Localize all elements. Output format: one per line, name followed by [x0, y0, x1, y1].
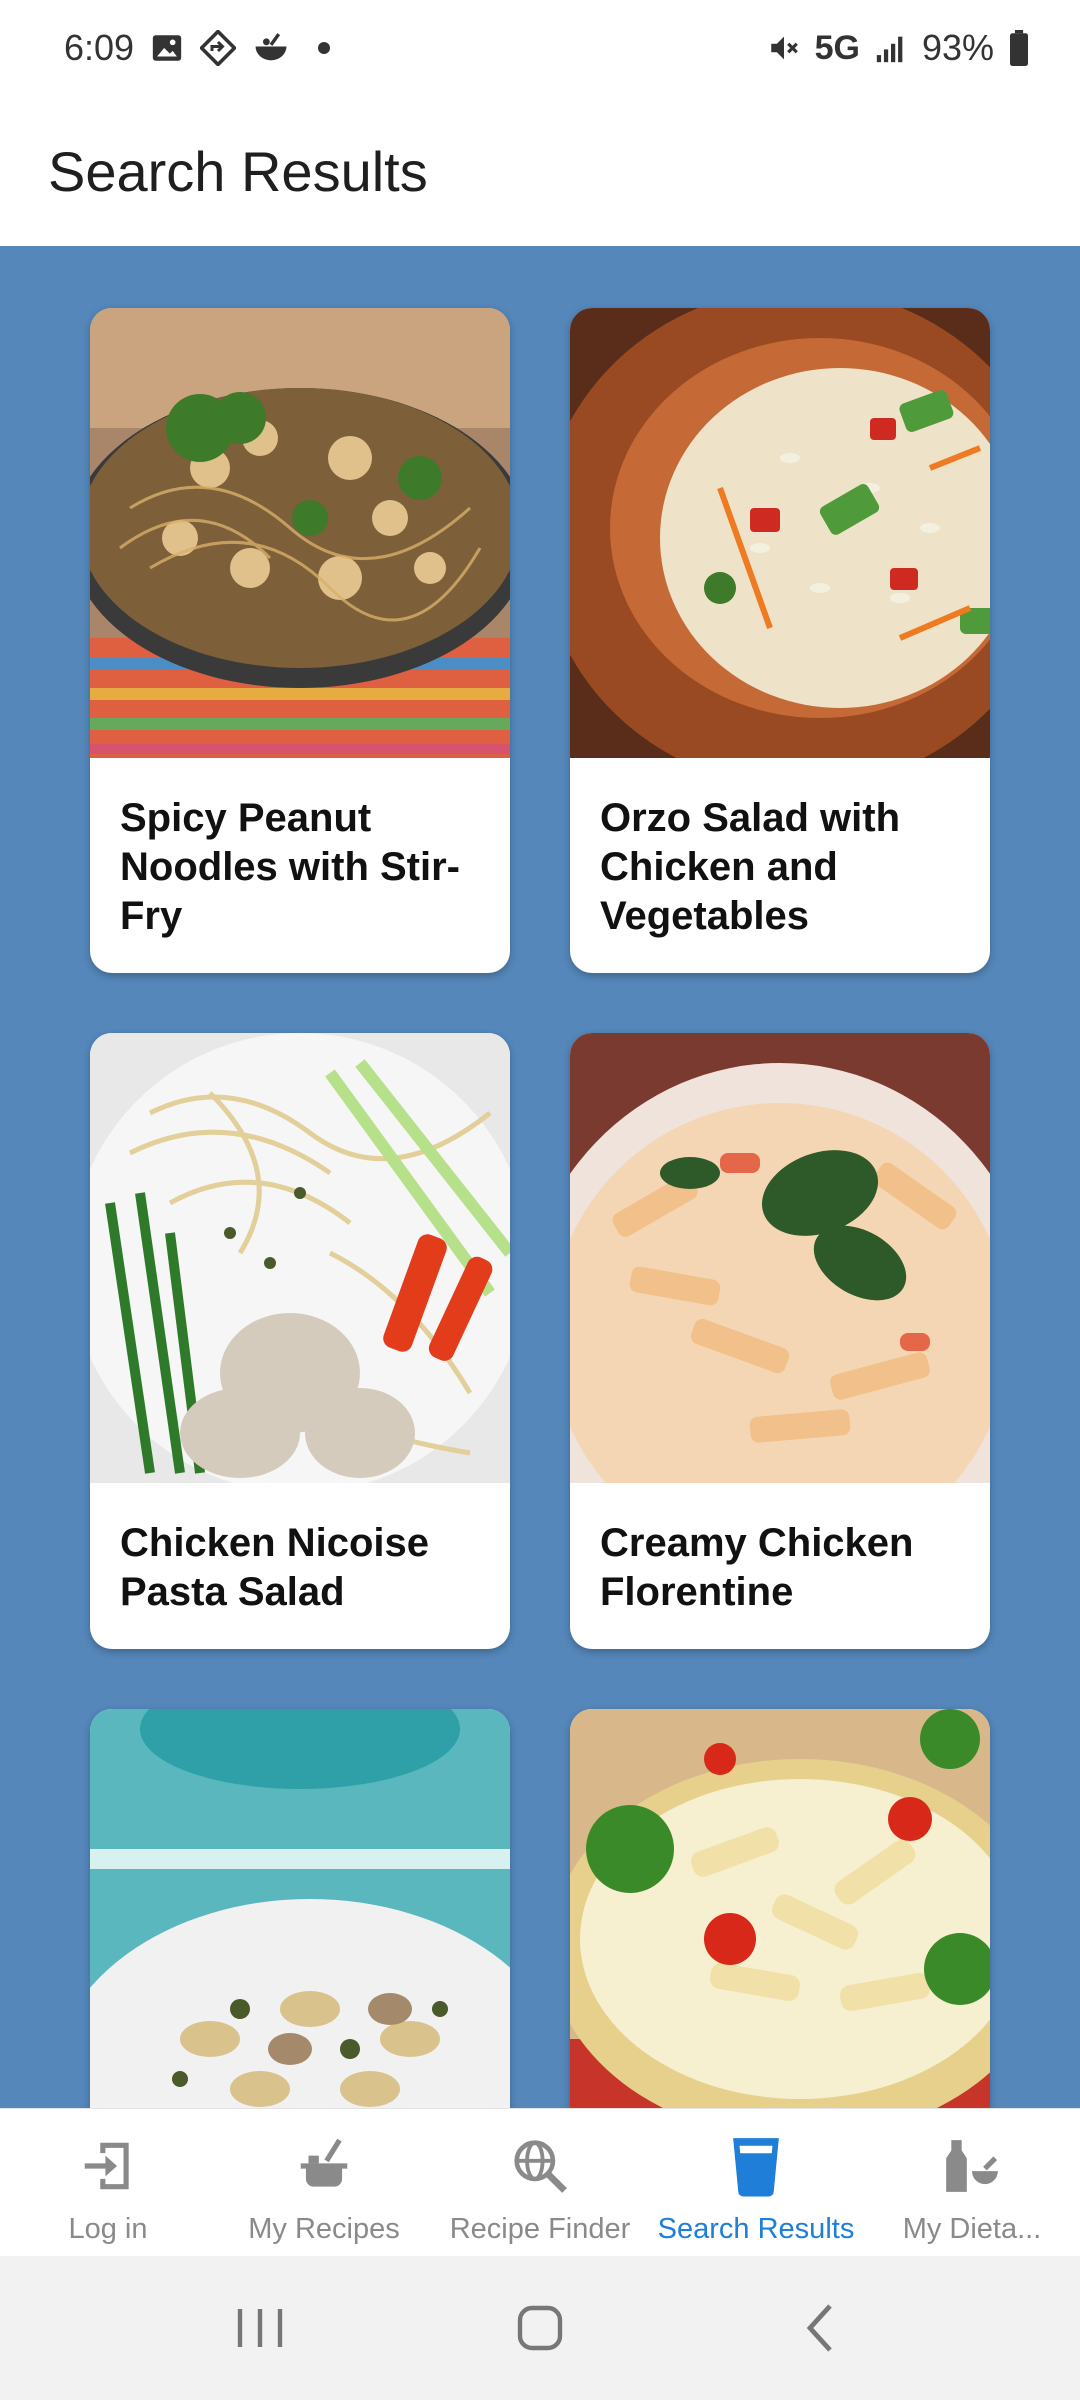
recipe-title: Creamy Chicken Florentine	[600, 1521, 914, 1614]
tab-my-recipes[interactable]: My Recipes	[216, 2109, 432, 2256]
tab-label: Recipe Finder	[449, 2213, 631, 2245]
recipe-card[interactable]	[570, 1709, 990, 2108]
recipe-image-pasta-with-chicken-and-herbs	[90, 1709, 510, 2108]
recipe-image-orzo-salad	[570, 308, 990, 758]
gallery-icon	[150, 31, 184, 65]
mute-icon	[767, 31, 801, 65]
tab-label: My Dieta...	[902, 2213, 1042, 2245]
tab-label: Search Results	[657, 2213, 855, 2245]
tab-my-dietary[interactable]: My Dieta...	[864, 2109, 1080, 2256]
recipe-card[interactable]	[90, 1709, 510, 2108]
tab-label: My Recipes	[248, 2213, 400, 2245]
recipe-image-creamy-chicken-florentine	[570, 1033, 990, 1483]
recipe-card[interactable]: Chicken Nicoise Pasta Salad	[90, 1033, 510, 1649]
results-content[interactable]: Spicy Peanut Noodles with Stir-Fry Orzo …	[0, 246, 1080, 2108]
home-button[interactable]	[495, 2288, 585, 2368]
recipe-card[interactable]: Orzo Salad with Chicken and Vegetables	[570, 308, 990, 973]
status-bar: 6:09 5G 93%	[0, 0, 1080, 96]
tab-log-in[interactable]: Log in	[0, 2109, 216, 2256]
bottom-nav: Log in My Recipes Recipe Finder Search R…	[0, 2108, 1080, 2256]
battery-percent: 93%	[921, 27, 994, 68]
status-left: 6:09	[64, 27, 331, 69]
login-icon	[76, 2131, 140, 2201]
notification-dot	[318, 42, 331, 54]
cup-icon	[724, 2131, 788, 2201]
globe-search-icon	[508, 2131, 572, 2201]
results-grid: Spicy Peanut Noodles with Stir-Fry Orzo …	[90, 308, 990, 2108]
battery-icon	[1008, 30, 1030, 66]
mortar-bottle-icon	[940, 2131, 1004, 2201]
tab-label: Log in	[68, 2213, 148, 2245]
status-time: 6:09	[64, 27, 135, 68]
recipe-image-chicken-nicoise	[90, 1033, 510, 1483]
network-type: 5G	[814, 28, 860, 67]
app-header: Search Results	[0, 96, 1080, 246]
tab-recipe-finder[interactable]: Recipe Finder	[432, 2109, 648, 2256]
signal-icon	[874, 31, 908, 65]
recipe-card[interactable]: Spicy Peanut Noodles with Stir-Fry	[90, 308, 510, 973]
recipe-title: Orzo Salad with Chicken and Vegetables	[600, 796, 901, 938]
navigation-icon	[200, 30, 237, 66]
recipe-image-spicy-peanut-noodles	[90, 308, 510, 758]
back-button[interactable]	[775, 2288, 865, 2368]
pot-icon	[292, 2131, 356, 2201]
tab-search-results[interactable]: Search Results	[648, 2109, 864, 2256]
recipe-title: Spicy Peanut Noodles with Stir-Fry	[120, 796, 460, 938]
recipe-title: Chicken Nicoise Pasta Salad	[120, 1521, 430, 1614]
recent-apps-button[interactable]	[215, 2288, 305, 2368]
system-nav-bar	[0, 2256, 1080, 2400]
status-right: 5G 93%	[767, 27, 1030, 69]
recipe-card[interactable]: Creamy Chicken Florentine	[570, 1033, 990, 1649]
page-title: Search Results	[48, 139, 428, 203]
recipe-image-penne-with-vegetables	[570, 1709, 990, 2108]
app-icon	[252, 31, 290, 65]
